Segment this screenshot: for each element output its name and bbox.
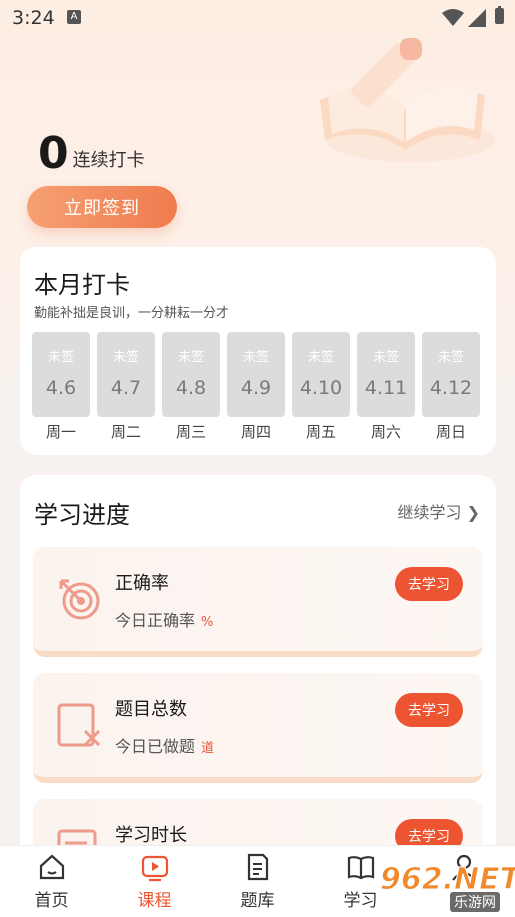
day-item[interactable]: 未签 4.9 周四 xyxy=(227,332,285,442)
wifi-icon xyxy=(442,9,464,26)
day-date: 4.10 xyxy=(299,377,343,399)
day-status: 未签 xyxy=(242,350,269,365)
nav-label: 学习 xyxy=(343,891,378,911)
day-weekday: 周二 xyxy=(110,423,141,441)
target-icon xyxy=(59,579,100,620)
day-weekday: 周五 xyxy=(305,423,336,441)
day-status: 未签 xyxy=(437,350,464,365)
day-item[interactable]: 未签 4.8 周三 xyxy=(162,332,220,442)
site-watermark: 962.NET 乐游网 xyxy=(379,862,515,912)
day-item[interactable]: 未签 4.11 周六 xyxy=(357,332,415,442)
day-weekday: 周一 xyxy=(45,423,76,441)
stat-subtitle-text: 今日正确率 xyxy=(115,611,196,630)
battery-icon xyxy=(495,6,504,24)
day-weekday: 周日 xyxy=(435,423,466,441)
day-box: 未签 4.7 xyxy=(97,332,155,417)
stat-title: 学习时长 xyxy=(115,825,187,846)
nav-item-home[interactable]: 首页 xyxy=(0,852,103,911)
day-date: 4.11 xyxy=(364,377,408,399)
watermark-sub: 乐游网 xyxy=(450,892,500,912)
go-study-button[interactable]: 去学习 xyxy=(395,567,463,601)
play-icon xyxy=(141,855,168,882)
signal-icon xyxy=(468,9,486,27)
nav-label: 题库 xyxy=(240,891,275,911)
stat-title: 题目总数 xyxy=(115,699,187,720)
status-time: 3:24 xyxy=(12,7,55,29)
question-total-item: 题目总数 今日已做题道 去学习 xyxy=(33,673,483,783)
day-date: 4.7 xyxy=(110,377,142,399)
day-item[interactable]: 未签 4.10 周五 xyxy=(292,332,350,442)
home-icon xyxy=(39,854,64,880)
notification-icon: A xyxy=(67,10,81,24)
day-box: 未签 4.10 xyxy=(292,332,350,417)
day-weekday: 周六 xyxy=(370,423,401,441)
month-title: 本月打卡 xyxy=(34,271,130,299)
day-item[interactable]: 未签 4.7 周二 xyxy=(97,332,155,442)
stat-unit: % xyxy=(201,615,214,630)
day-list: 未签 4.6 周一 未签 4.7 周二 未签 4.8 周三 未签 4.9 周四 xyxy=(32,332,480,442)
day-box: 未签 4.9 xyxy=(227,332,285,417)
day-item[interactable]: 未签 4.6 周一 xyxy=(32,332,90,442)
book-icon xyxy=(347,856,374,880)
study-progress-card: 学习进度 继续学习 ❯ 正确率 今日正确率% 去学习 题目总数 今日已做题道 去… xyxy=(20,475,496,909)
day-date: 4.12 xyxy=(429,377,473,399)
monthly-checkin-card: 本月打卡 勤能补拙是良训，一分耕耘一分才 未签 4.6 周一 未签 4.7 周二… xyxy=(20,247,496,455)
day-weekday: 周三 xyxy=(175,423,206,441)
nav-label: 课程 xyxy=(137,891,172,911)
streak-count: 0 xyxy=(38,128,69,179)
nav-item-question-bank[interactable]: 题库 xyxy=(206,852,309,911)
stat-subtitle-text: 今日已做题 xyxy=(115,737,196,756)
stat-subtitle: 今日已做题道 xyxy=(115,733,214,757)
streak-counter: 0 连续打卡 xyxy=(38,130,145,178)
continue-study-link[interactable]: 继续学习 ❯ xyxy=(398,499,481,523)
book-illustration xyxy=(320,38,495,162)
day-date: 4.9 xyxy=(240,377,272,399)
progress-title: 学习进度 xyxy=(34,501,130,529)
nav-item-course[interactable]: 课程 xyxy=(103,852,206,911)
day-box: 未签 4.12 xyxy=(422,332,480,417)
day-status: 未签 xyxy=(112,350,139,365)
checkin-button[interactable]: 立即签到 xyxy=(27,186,177,228)
accuracy-item: 正确率 今日正确率% 去学习 xyxy=(33,547,483,657)
stat-title: 正确率 xyxy=(115,573,169,594)
go-study-button[interactable]: 去学习 xyxy=(395,693,463,727)
stat-subtitle: 今日正确率% xyxy=(115,607,213,631)
stat-unit: 道 xyxy=(201,741,215,756)
month-subtitle: 勤能补拙是良训，一分耕耘一分才 xyxy=(34,306,230,321)
day-box: 未签 4.11 xyxy=(357,332,415,417)
day-status: 未签 xyxy=(372,350,399,365)
question-cross-icon xyxy=(57,703,101,747)
nav-label: 首页 xyxy=(34,891,69,911)
day-date: 4.8 xyxy=(175,377,207,399)
day-status: 未签 xyxy=(177,350,204,365)
streak-label: 连续打卡 xyxy=(72,150,145,171)
day-status: 未签 xyxy=(47,350,74,365)
day-box: 未签 4.6 xyxy=(32,332,90,417)
day-weekday: 周四 xyxy=(240,423,271,441)
day-item[interactable]: 未签 4.12 周日 xyxy=(422,332,480,442)
day-status: 未签 xyxy=(307,350,334,365)
day-box: 未签 4.8 xyxy=(162,332,220,417)
question-bank-icon xyxy=(247,853,268,881)
day-date: 4.6 xyxy=(45,377,77,399)
